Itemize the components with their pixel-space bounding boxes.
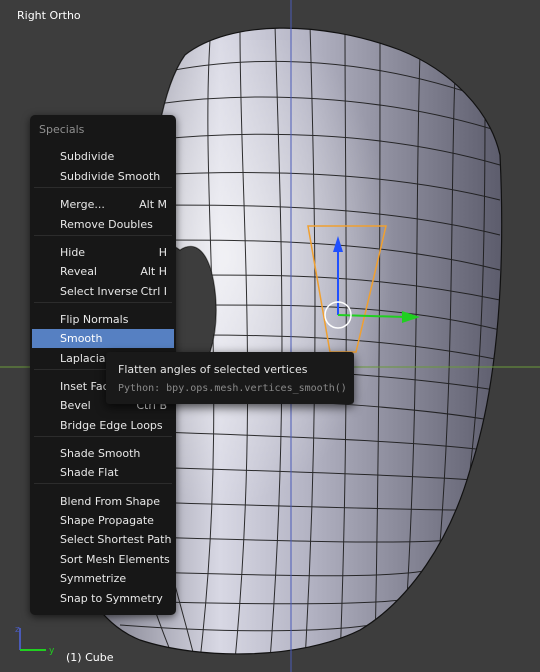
menu-item-label: Smooth	[60, 332, 103, 345]
menu-item-label: Sort Mesh Elements	[60, 553, 170, 566]
menu-separator	[34, 483, 172, 484]
menu-item-label: Hide	[60, 246, 86, 259]
menu-item[interactable]: Symmetrize	[32, 569, 174, 588]
menu-item[interactable]: Hide H	[32, 243, 174, 262]
menu-item-shortcut: Alt M	[139, 198, 167, 211]
menu-separator	[34, 235, 172, 236]
menu-item-label: Subdivide Smooth	[60, 170, 161, 183]
menu-item[interactable]: Snap to Symmetry	[32, 589, 174, 608]
menu-item[interactable]: Subdivide Smooth	[32, 167, 174, 186]
menu-item-label: Blend From Shape	[60, 495, 161, 508]
menu-item[interactable]: Select Inverse Ctrl I	[32, 282, 174, 301]
menu-item-label: Snap to Symmetry	[60, 592, 163, 605]
menu-item[interactable]: Smooth	[32, 329, 174, 348]
menu-item[interactable]: Flip Normals	[32, 310, 174, 329]
menu-item-shortcut: H	[158, 246, 167, 259]
menu-item[interactable]: Blend From Shape	[32, 492, 174, 511]
menu-item-shortcut: Alt H	[140, 265, 167, 278]
y-axis-letter: y	[49, 646, 55, 656]
menu-item-label: Select Inverse	[60, 285, 138, 298]
menu-item-shortcut: Ctrl I	[140, 285, 167, 298]
axis-indicator: z y	[10, 620, 60, 660]
menu-item[interactable]: Select Shortest Path	[32, 530, 174, 549]
menu-separator	[34, 187, 172, 188]
menu-item-label: Flip Normals	[60, 313, 129, 326]
menu-item[interactable]: Remove Doubles	[32, 215, 174, 234]
tooltip-description: Flatten angles of selected vertices	[118, 363, 308, 376]
menu-item-label: Shade Smooth	[60, 447, 141, 460]
menu-item[interactable]: Shape Propagate	[32, 511, 174, 530]
tooltip-python-command: Python: bpy.ops.mesh.vertices_smooth()	[118, 383, 347, 394]
menu-separator	[34, 436, 172, 437]
menu-item-label: Subdivide	[60, 150, 115, 163]
menu-item-label: Remove Doubles	[60, 218, 153, 231]
z-axis-letter: z	[15, 625, 20, 635]
menu-item-label: Reveal	[60, 265, 97, 278]
menu-separator	[34, 302, 172, 303]
menu-item[interactable]: Shade Smooth	[32, 444, 174, 463]
menu-item-label: Symmetrize	[60, 572, 127, 585]
view-name-label: Right Ortho	[17, 9, 81, 22]
menu-item-label: Merge...	[60, 198, 105, 211]
menu-item[interactable]: Sort Mesh Elements	[32, 550, 174, 569]
menu-item-label: Bridge Edge Loops	[60, 419, 163, 432]
menu-item-label: Select Shortest Path	[60, 533, 172, 546]
menu-item[interactable]: Bridge Edge Loops	[32, 416, 174, 435]
menu-item-label: Shade Flat	[60, 466, 119, 479]
menu-item[interactable]: Subdivide	[32, 147, 174, 166]
menu-item[interactable]: Merge... Alt M	[32, 195, 174, 214]
menu-item-label: Shape Propagate	[60, 514, 154, 527]
tooltip: Flatten angles of selected vertices Pyth…	[106, 352, 354, 404]
menu-item-label: Bevel	[60, 399, 91, 412]
menu-title: Specials	[39, 123, 85, 136]
menu-item[interactable]: Reveal Alt H	[32, 262, 174, 281]
active-object-label: (1) Cube	[66, 651, 114, 664]
menu-item[interactable]: Shade Flat	[32, 463, 174, 482]
